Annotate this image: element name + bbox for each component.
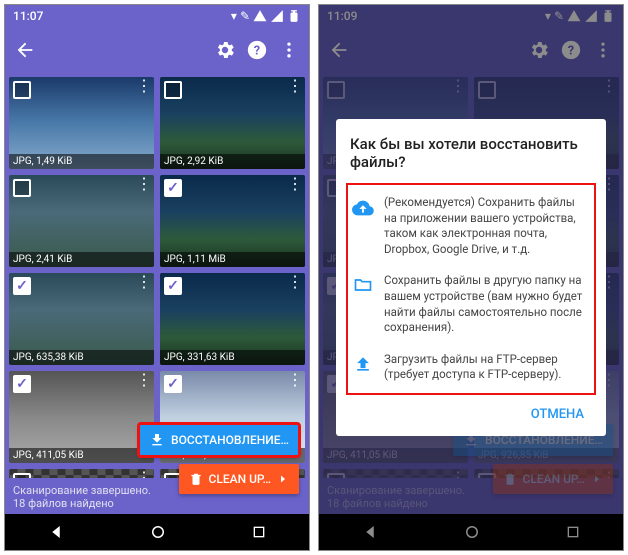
tile-caption: JPG, 331,63 KiB bbox=[160, 350, 305, 365]
image-tile[interactable]: ⋮ JPG, 635,38 KiB bbox=[9, 273, 154, 365]
navbar bbox=[319, 514, 623, 550]
option-text: (Рекомендуется) Сохранить файлы на прило… bbox=[384, 195, 590, 257]
dialog-cancel-button[interactable]: ОТМЕНА bbox=[523, 401, 592, 428]
cleanup-label: CLEAN UP… bbox=[209, 472, 271, 486]
tile-caption: JPG, 2,41 KiB bbox=[9, 252, 154, 267]
tile-caption: JPG, 411,05 KiB bbox=[323, 448, 468, 463]
tile-more-icon[interactable]: ⋮ bbox=[601, 81, 617, 91]
status-icons: ▾✎ bbox=[231, 9, 301, 23]
tile-more-icon[interactable]: ⋮ bbox=[136, 81, 152, 91]
checkbox[interactable] bbox=[164, 375, 182, 393]
status-time: 11:09 bbox=[327, 9, 357, 23]
tile-more-icon[interactable]: ⋮ bbox=[287, 277, 303, 287]
nav-back-icon[interactable] bbox=[361, 523, 379, 541]
status-footer: Сканирование завершено. 18 файлов найден… bbox=[319, 478, 623, 514]
image-tile[interactable]: ⋮ JPG, 2,92 KiB bbox=[160, 77, 305, 169]
tile-caption: JPG, 2,92 KiB bbox=[160, 154, 305, 169]
tile-more-icon[interactable]: ⋮ bbox=[136, 179, 152, 189]
dialog-option-folder[interactable]: Сохранить файлы в другую папку на вашем … bbox=[350, 265, 592, 343]
svg-text:?: ? bbox=[568, 44, 574, 59]
checkbox[interactable] bbox=[13, 375, 31, 393]
dialog-option-ftp[interactable]: Загрузить файлы на FTP-сервер (требует д… bbox=[350, 344, 592, 391]
image-tile[interactable]: ⋮ JPG, 1,11 MiB bbox=[160, 175, 305, 267]
dialog-option-cloud[interactable]: (Рекомендуется) Сохранить файлы на прило… bbox=[350, 187, 592, 265]
checkbox[interactable] bbox=[13, 473, 31, 478]
tile-more-icon[interactable]: ⋮ bbox=[287, 375, 303, 385]
dialog-options-highlight: (Рекомендуется) Сохранить файлы на прило… bbox=[346, 183, 596, 394]
option-text: Сохранить файлы в другую папку на вашем … bbox=[384, 273, 590, 335]
help-icon[interactable]: ? bbox=[245, 38, 269, 62]
image-tile[interactable]: ⋮ JPG, 331,63 KiB bbox=[160, 273, 305, 365]
status-line2: 18 файлов найдено bbox=[13, 497, 301, 510]
cloud-upload-icon bbox=[352, 195, 374, 257]
dialog-title: Как бы вы хотели восстановить файлы? bbox=[350, 135, 592, 171]
appbar: ? bbox=[5, 27, 309, 73]
nav-back-icon[interactable] bbox=[47, 523, 65, 541]
checkbox[interactable] bbox=[327, 81, 345, 99]
nav-recent-icon[interactable] bbox=[565, 524, 581, 540]
checkbox[interactable] bbox=[13, 277, 31, 295]
navbar bbox=[5, 514, 309, 550]
status-line1: Сканирование завершено. bbox=[327, 484, 615, 497]
checkbox[interactable] bbox=[13, 179, 31, 197]
tile-caption: JPG, 1,49 KiB bbox=[9, 154, 154, 169]
status-line2: 18 файлов найдено bbox=[327, 497, 615, 510]
back-icon[interactable] bbox=[327, 38, 351, 62]
statusbar: 11:09 ▾✎ bbox=[319, 5, 623, 27]
tile-caption: JPG, 1,11 MiB bbox=[160, 252, 305, 267]
checkbox[interactable] bbox=[164, 81, 182, 99]
upload-icon bbox=[352, 352, 374, 383]
image-tile[interactable]: ⋮ JPG, 2,41 KiB bbox=[9, 175, 154, 267]
tile-more-icon[interactable]: ⋮ bbox=[136, 375, 152, 385]
image-tile[interactable]: ⋮ JPG, 1,49 KiB bbox=[9, 77, 154, 169]
svg-text:?: ? bbox=[254, 44, 260, 59]
status-time: 11:07 bbox=[13, 9, 43, 23]
image-grid: ⋮ JPG, 1,49 KiB ⋮ JPG, 2,92 KiB ⋮ JPG, 2,41 K… bbox=[5, 73, 309, 478]
nav-home-icon[interactable] bbox=[463, 523, 481, 541]
statusbar: 11:07 ▾✎ bbox=[5, 5, 309, 27]
tile-more-icon[interactable]: ⋮ bbox=[287, 179, 303, 189]
back-icon[interactable] bbox=[13, 38, 37, 62]
status-icons: ▾✎ bbox=[545, 9, 615, 23]
image-tile[interactable]: ⋮ JPG, 411,05 KiB bbox=[9, 371, 154, 463]
tile-more-icon[interactable]: ⋮ bbox=[136, 277, 152, 287]
appbar: ? bbox=[319, 27, 623, 73]
nav-home-icon[interactable] bbox=[149, 523, 167, 541]
tile-caption: JPG, 411,05 KiB bbox=[9, 448, 154, 463]
checkbox[interactable] bbox=[478, 81, 496, 99]
tile-caption: JPG, 635,38 KiB bbox=[9, 350, 154, 365]
checkbox[interactable] bbox=[164, 179, 182, 197]
checkbox[interactable] bbox=[13, 81, 31, 99]
image-tile[interactable]: ⋮ bbox=[323, 469, 468, 478]
gear-icon[interactable] bbox=[213, 38, 237, 62]
tile-more-icon[interactable]: ⋮ bbox=[450, 81, 466, 91]
overflow-icon[interactable] bbox=[591, 38, 615, 62]
nav-recent-icon[interactable] bbox=[251, 524, 267, 540]
cleanup-button[interactable]: CLEAN UP… bbox=[179, 464, 299, 494]
image-tile[interactable]: ⋮ bbox=[9, 469, 154, 478]
restore-label: ВОССТАНОВЛЕНИЕ… bbox=[171, 433, 289, 447]
checkbox[interactable] bbox=[164, 277, 182, 295]
folder-icon bbox=[352, 273, 374, 335]
help-icon[interactable]: ? bbox=[559, 38, 583, 62]
restore-dialog: Как бы вы хотели восстановить файлы? (Ре… bbox=[336, 119, 606, 435]
overflow-icon[interactable] bbox=[277, 38, 301, 62]
tile-more-icon[interactable]: ⋮ bbox=[287, 81, 303, 91]
phone-right: 11:09 ▾✎ ? ⋮JPG, 1,49 KiB⋮JPG, 2,92 KiB⋮… bbox=[318, 4, 624, 551]
restore-button[interactable]: ВОССТАНОВЛЕНИЕ… bbox=[139, 424, 299, 456]
gear-icon[interactable] bbox=[527, 38, 551, 62]
phone-left: 11:07 ▾✎ ? ⋮JPG, 1,49 KiB⋮JPG, 2,92 KiB⋮… bbox=[4, 4, 310, 551]
option-text: Загрузить файлы на FTP-сервер (требует д… bbox=[384, 352, 590, 383]
